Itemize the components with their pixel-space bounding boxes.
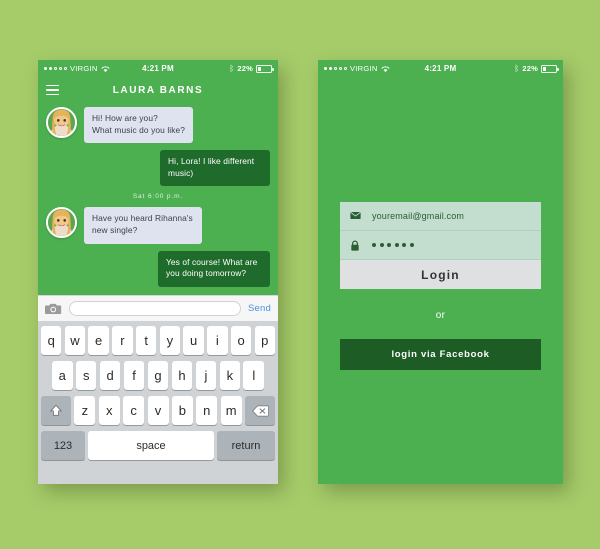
message-input-bar: Send (38, 295, 278, 321)
battery-icon (541, 64, 559, 73)
key-u[interactable]: u (183, 326, 204, 355)
message-row-incoming-1: Hi! How are you? What music do you like? (46, 107, 270, 144)
password-field-row[interactable] (340, 231, 541, 260)
key-c[interactable]: c (123, 396, 145, 425)
mockup-stage: VIRGIN 4:21 PM ᛒ 22% LAURA BARNS Hi! How… (0, 0, 600, 549)
key-a[interactable]: a (51, 361, 73, 390)
key-k[interactable]: k (219, 361, 241, 390)
chat-header: LAURA BARNS (38, 77, 278, 103)
phone-login-screen: VIRGIN 4:21 PM ᛒ 22% youremail@gmail.com… (318, 60, 563, 484)
key-f[interactable]: f (123, 361, 145, 390)
message-row-outgoing-1: Hi, Lora! I like different music) (46, 150, 270, 187)
page-title: LAURA BARNS (112, 84, 204, 96)
key-l[interactable]: l (243, 361, 265, 390)
message-bubble: Yes of course! What are you doing tomorr… (158, 250, 270, 287)
key-m[interactable]: m (220, 396, 242, 425)
email-field[interactable] (372, 211, 531, 221)
password-field[interactable] (372, 243, 414, 247)
bluetooth-icon: ᛒ (229, 63, 235, 73)
return-key[interactable]: return (217, 431, 275, 460)
space-key[interactable]: space (88, 431, 214, 460)
status-bar-chat: VIRGIN 4:21 PM ᛒ 22% (38, 60, 278, 77)
time-separator: Sat 6:00 p.m. (132, 193, 184, 201)
keyboard-row-1: q w e r t y u i o p (41, 326, 275, 355)
status-bar-right: ᛒ 22% (229, 63, 274, 73)
contact-avatar (46, 107, 77, 138)
key-v[interactable]: v (147, 396, 169, 425)
message-bubble: Hi, Lora! I like different music) (160, 150, 270, 187)
login-form-container: Login or login via Facebook (318, 202, 563, 484)
login-card: Login (340, 202, 541, 289)
numeric-key[interactable]: 123 (41, 431, 85, 460)
keyboard-row-2: a s d f g h j k l (41, 361, 275, 390)
bluetooth-icon: ᛒ (514, 63, 520, 73)
key-g[interactable]: g (147, 361, 169, 390)
key-n[interactable]: n (196, 396, 218, 425)
facebook-login-button[interactable]: login via Facebook (340, 339, 541, 370)
message-bubble: Have you heard Rihanna's new single? (84, 207, 202, 244)
key-h[interactable]: h (171, 361, 193, 390)
key-r[interactable]: r (112, 326, 133, 355)
keyboard-row-3: z x c v b n m (41, 396, 276, 425)
key-j[interactable]: j (195, 361, 217, 390)
or-divider-label: or (435, 310, 446, 321)
email-field-row[interactable] (340, 202, 541, 231)
key-i[interactable]: i (207, 326, 228, 355)
key-p[interactable]: p (254, 326, 275, 355)
key-y[interactable]: y (159, 326, 181, 355)
on-screen-keyboard: q w e r t y u i o p a s d f g h j k l z … (38, 321, 278, 484)
key-z[interactable]: z (74, 396, 96, 425)
status-bar-right: ᛒ 22% (514, 63, 559, 73)
message-row-outgoing-2: Yes of course! What are you doing tomorr… (46, 250, 270, 287)
backspace-icon[interactable] (245, 396, 276, 425)
battery-percent-label: 22% (237, 64, 253, 73)
message-row-incoming-2: Have you heard Rihanna's new single? (46, 207, 270, 244)
key-t[interactable]: t (135, 326, 157, 355)
key-s[interactable]: s (75, 361, 97, 390)
message-bubble: Hi! How are you? What music do you like? (84, 107, 194, 144)
lock-icon (350, 239, 361, 251)
contact-avatar (46, 207, 77, 239)
send-button[interactable]: Send (248, 303, 271, 314)
key-o[interactable]: o (230, 326, 252, 355)
key-q[interactable]: q (41, 326, 62, 355)
key-d[interactable]: d (99, 361, 121, 390)
message-list: Hi! How are you? What music do you like?… (38, 103, 278, 295)
envelope-icon (350, 211, 361, 222)
key-x[interactable]: x (98, 396, 120, 425)
key-b[interactable]: b (171, 396, 193, 425)
battery-percent-label: 22% (522, 64, 538, 73)
camera-icon[interactable] (45, 302, 62, 315)
login-button[interactable]: Login (340, 260, 541, 289)
message-input[interactable] (69, 301, 241, 316)
phone-chat-screen: VIRGIN 4:21 PM ᛒ 22% LAURA BARNS Hi! How… (38, 60, 278, 484)
status-bar-login: VIRGIN 4:21 PM ᛒ 22% (318, 60, 563, 77)
shift-arrow-icon[interactable] (41, 396, 71, 425)
battery-icon (256, 64, 274, 73)
key-e[interactable]: e (88, 326, 109, 355)
key-w[interactable]: w (64, 326, 86, 355)
keyboard-row-4: 123 space return (41, 431, 275, 460)
